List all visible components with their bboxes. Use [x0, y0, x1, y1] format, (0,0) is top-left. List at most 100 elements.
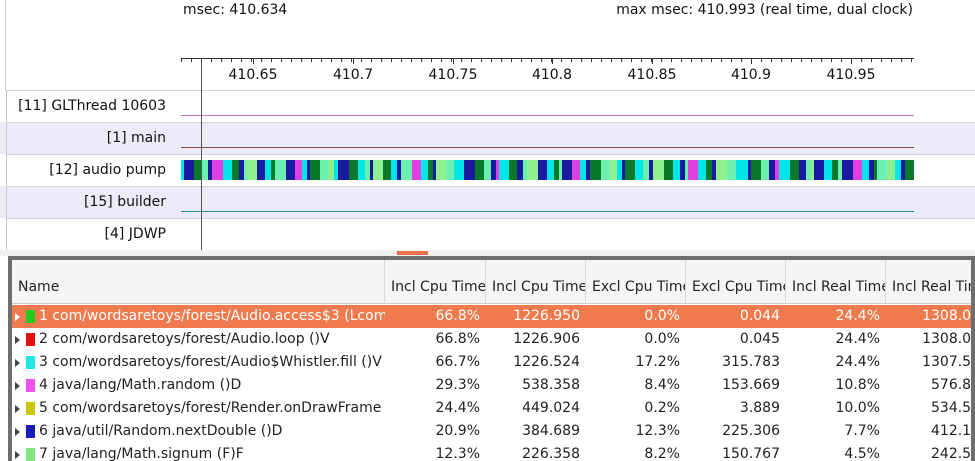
cell-c4: 153.669 — [722, 377, 780, 393]
main-activity-line — [181, 147, 914, 148]
audio-segment — [688, 160, 698, 180]
row-divider — [6, 218, 975, 219]
minor-tick — [391, 58, 392, 62]
cell-c1: 29.3% — [435, 377, 480, 393]
profile-table: Name Incl Cpu Time Incl Cpu Time Excl Cp… — [8, 256, 975, 461]
column-header-name[interactable]: Name — [12, 260, 385, 304]
minor-tick — [291, 58, 292, 62]
minor-tick — [881, 58, 882, 62]
row-divider — [6, 186, 975, 187]
tick-label: 410.8 — [531, 67, 573, 83]
column-header-incl-real-pct[interactable]: Incl Real Time — [786, 260, 886, 304]
column-header-incl-cpu-pct[interactable]: Incl Cpu Time — [385, 260, 486, 304]
method-name: 7 java/lang/Math.signum (F)F — [39, 446, 244, 461]
minor-tick — [611, 58, 612, 62]
cell-c1: 24.4% — [435, 400, 480, 416]
minor-tick — [801, 58, 802, 62]
audio-segment — [421, 160, 428, 180]
audio-segment — [905, 160, 914, 180]
minor-tick — [821, 58, 822, 62]
audio-segment — [310, 160, 320, 180]
expand-arrow-icon[interactable] — [15, 405, 20, 413]
cell-c4: 315.783 — [722, 354, 780, 370]
thread-row-glthread[interactable]: [11] GLThread 10603 — [0, 90, 975, 122]
audio-segment — [610, 160, 617, 180]
minor-tick — [191, 58, 192, 62]
cell-c6: 576.82 — [931, 377, 972, 393]
thread-row-main[interactable]: [1] main — [0, 122, 975, 154]
tick-label: 410.9 — [730, 67, 772, 83]
expand-arrow-icon[interactable] — [15, 451, 20, 459]
thread-row-builder[interactable]: [15] builder — [0, 186, 975, 218]
minor-tick — [341, 58, 342, 62]
minor-tick — [201, 58, 202, 62]
method-name: 4 java/lang/Math.random ()D — [39, 377, 242, 393]
minor-tick — [281, 58, 282, 62]
audio-segment — [275, 160, 286, 180]
cell-c3: 8.2% — [644, 446, 680, 461]
audio-segment — [547, 160, 554, 180]
audio-segment — [527, 160, 538, 180]
audio-segment — [590, 160, 601, 180]
cell-c6: 242.57 — [931, 446, 972, 461]
splitter-grip[interactable] — [397, 251, 428, 255]
column-header-incl-cpu-time[interactable]: Incl Cpu Time — [486, 260, 586, 304]
column-header-excl-cpu-pct[interactable]: Excl Cpu Time — [586, 260, 686, 304]
time-cursor[interactable] — [201, 58, 202, 250]
cell-c1: 12.3% — [435, 446, 480, 461]
minor-tick — [581, 58, 582, 62]
method-color-swatch — [26, 425, 35, 438]
audio-segment — [338, 160, 349, 180]
thread-row-jdwp[interactable]: [4] JDWP — [0, 218, 975, 250]
cell-c2: 449.024 — [522, 400, 580, 416]
minor-tick — [451, 58, 452, 62]
audio-segment — [436, 160, 446, 180]
column-header-excl-cpu-time[interactable]: Excl Cpu Time — [686, 260, 786, 304]
cell-c6: 1307.50 — [922, 354, 975, 370]
audio-segment — [295, 160, 302, 180]
table-row[interactable]: 6 java/util/Random.nextDouble ()D 20.9% 38… — [12, 420, 971, 443]
column-header-incl-real-time[interactable]: Incl Real Tim — [886, 260, 971, 304]
minor-tick — [241, 58, 242, 62]
table-row[interactable]: 3 com/wordsaretoys/forest/Audio$Whistler… — [12, 351, 975, 374]
audio-segment — [625, 160, 635, 180]
tick-label: 410.65 — [228, 67, 278, 83]
audio-segment — [562, 160, 572, 180]
minor-tick — [331, 58, 332, 62]
cell-c3: 12.3% — [635, 423, 680, 439]
major-tick — [353, 58, 354, 64]
expand-arrow-icon[interactable] — [15, 336, 20, 344]
minor-tick — [471, 58, 472, 62]
audio-pump-activity-bar[interactable] — [181, 160, 914, 180]
minor-tick — [691, 58, 692, 62]
table-row[interactable]: 5 com/wordsaretoys/forest/Render.onDrawF… — [12, 397, 971, 420]
audio-segment — [814, 160, 824, 180]
minor-tick — [711, 58, 712, 62]
cell-c5: 24.4% — [835, 331, 880, 347]
table-row[interactable]: 7 java/lang/Math.signum (F)F 12.3% 226.358… — [12, 443, 972, 461]
expand-arrow-icon[interactable] — [15, 382, 20, 390]
cell-c1: 66.8% — [435, 308, 480, 324]
table-row[interactable]: 4 java/lang/Math.random ()D 29.3% 538.358 8… — [12, 374, 972, 397]
cell-c5: 24.4% — [835, 308, 880, 324]
minor-tick — [221, 58, 222, 62]
minor-tick — [731, 58, 732, 62]
minor-tick — [271, 58, 272, 62]
tick-label: 410.85 — [627, 67, 677, 83]
cell-c4: 150.767 — [722, 446, 780, 461]
audio-segment — [790, 160, 799, 180]
audio-segment — [401, 160, 412, 180]
major-tick — [253, 58, 254, 64]
table-row[interactable]: 2 com/wordsaretoys/forest/Audio.loop ()V… — [12, 328, 971, 351]
major-tick — [652, 58, 653, 64]
expand-arrow-icon[interactable] — [15, 428, 20, 436]
audio-segment — [635, 160, 643, 180]
audio-segment — [499, 160, 509, 180]
cell-c2: 384.689 — [522, 423, 580, 439]
minor-tick — [841, 58, 842, 62]
expand-arrow-icon[interactable] — [15, 313, 20, 321]
cell-c3: 17.2% — [635, 354, 680, 370]
minor-tick — [661, 58, 662, 62]
table-row[interactable]: 1 com/wordsaretoys/forest/Audio.access$3… — [12, 305, 971, 328]
expand-arrow-icon[interactable] — [15, 359, 20, 367]
